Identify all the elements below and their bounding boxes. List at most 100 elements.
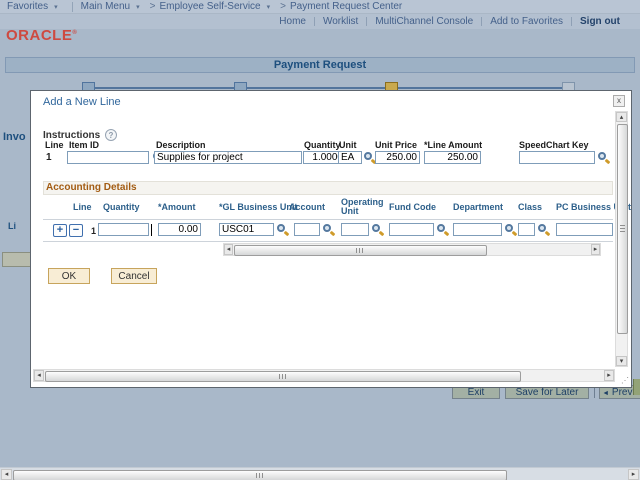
grid-department-header: Department bbox=[453, 202, 504, 212]
speedchart-key-header: SpeedChart Key bbox=[519, 140, 589, 150]
scroll-right-icon[interactable]: ▸ bbox=[628, 469, 639, 480]
page-title: Payment Request bbox=[5, 57, 635, 73]
add-a-new-line-dialog: Add a New Line x Instructions ? Line Ite… bbox=[30, 90, 632, 388]
background-button-fragment bbox=[2, 252, 31, 267]
add-to-favorites-link[interactable]: Add to Favorites bbox=[490, 16, 563, 27]
home-link[interactable]: Home bbox=[279, 16, 306, 27]
remove-row-icon[interactable]: − bbox=[69, 224, 83, 237]
description-header: Description bbox=[156, 140, 206, 150]
add-row-icon[interactable]: + bbox=[53, 224, 67, 237]
grid-amount-input[interactable] bbox=[158, 223, 201, 236]
scroll-right-icon[interactable]: ▸ bbox=[591, 244, 600, 255]
grid-bottom-divider bbox=[43, 241, 613, 242]
help-icon[interactable]: ? bbox=[105, 129, 117, 141]
grid-pc-business-unit-input[interactable] bbox=[556, 223, 613, 236]
grid-amount-header: *Amount bbox=[158, 202, 196, 212]
grid-operating-unit-input[interactable] bbox=[341, 223, 369, 236]
grid-department-input[interactable] bbox=[453, 223, 502, 236]
scroll-right-icon[interactable]: ▸ bbox=[604, 370, 614, 381]
speedchart-key-input[interactable] bbox=[519, 151, 595, 164]
resize-grip-icon[interactable]: ⋰ bbox=[621, 376, 631, 386]
scrollbar-thumb[interactable] bbox=[617, 124, 628, 334]
previous-arrow-icon: ◄ bbox=[602, 390, 610, 397]
text-cursor bbox=[151, 224, 152, 236]
grid-fund-code-input[interactable] bbox=[389, 223, 434, 236]
account-lookup-icon[interactable] bbox=[322, 223, 335, 236]
next-button-fragment bbox=[633, 379, 640, 395]
grid-quantity-input[interactable] bbox=[98, 223, 149, 236]
invoice-label-fragment: Invo bbox=[3, 131, 26, 143]
breadcrumb-payment-request-center[interactable]: Payment Request Center bbox=[290, 1, 402, 12]
grid-gl-business-unit-input[interactable] bbox=[219, 223, 274, 236]
scrollbar-thumb[interactable] bbox=[234, 245, 487, 256]
scroll-left-icon[interactable]: ◂ bbox=[224, 244, 233, 255]
breadcrumb-bar: Favorites ▾ Main Menu ▾ > Employee Self-… bbox=[0, 0, 640, 14]
accounting-details-section-header: Accounting Details bbox=[43, 181, 613, 195]
dialog-title: Add a New Line bbox=[43, 96, 121, 108]
main-menu[interactable]: Main Menu bbox=[81, 1, 130, 12]
grid-header-divider bbox=[43, 219, 613, 220]
line-header: Line bbox=[45, 140, 64, 150]
header-links-bar: Home Worklist MultiChannel Console Add t… bbox=[0, 14, 640, 29]
grid-class-input[interactable] bbox=[518, 223, 535, 236]
scroll-up-icon[interactable]: ▴ bbox=[616, 112, 627, 122]
line-amount-input[interactable] bbox=[424, 151, 481, 164]
unit-price-input[interactable] bbox=[375, 151, 420, 164]
close-icon[interactable]: x bbox=[613, 95, 625, 107]
speedchart-key-lookup-icon[interactable] bbox=[597, 151, 610, 164]
divider bbox=[313, 17, 315, 26]
item-id-input[interactable] bbox=[67, 151, 149, 164]
divider bbox=[481, 17, 483, 26]
scrollbar-thumb[interactable] bbox=[13, 470, 507, 480]
breadcrumb-separator: > bbox=[149, 1, 156, 12]
chevron-down-icon: ▾ bbox=[54, 3, 58, 11]
sign-out-link[interactable]: Sign out bbox=[580, 16, 620, 27]
breadcrumb-separator: > bbox=[280, 1, 286, 12]
divider bbox=[571, 17, 572, 26]
divider bbox=[71, 1, 73, 12]
grid-operating-unit-header: Operating Unit bbox=[341, 197, 384, 216]
dialog-vertical-scrollbar[interactable]: ▴ ▾ bbox=[615, 111, 628, 367]
line-number-value: 1 bbox=[46, 152, 52, 163]
scroll-down-icon[interactable]: ▾ bbox=[616, 356, 627, 366]
item-id-header: Item ID bbox=[69, 140, 100, 150]
gl-business-unit-lookup-icon[interactable] bbox=[276, 223, 289, 236]
class-lookup-icon[interactable] bbox=[537, 223, 550, 236]
line-label-fragment: Li bbox=[8, 221, 16, 231]
grid-fund-code-header: Fund Code bbox=[389, 202, 436, 212]
chevron-down-icon: ▾ bbox=[136, 3, 140, 11]
chevron-down-icon: ▾ bbox=[266, 3, 271, 11]
cancel-button[interactable]: Cancel bbox=[111, 268, 157, 284]
fund-code-lookup-icon[interactable] bbox=[436, 223, 449, 236]
grid-horizontal-scrollbar[interactable]: ◂ ▸ bbox=[223, 243, 601, 256]
description-input[interactable] bbox=[154, 151, 302, 164]
worklist-link[interactable]: Worklist bbox=[323, 16, 358, 27]
department-lookup-icon[interactable] bbox=[504, 223, 517, 236]
dialog-horizontal-scrollbar[interactable]: ◂ ▸ bbox=[33, 369, 615, 382]
registered-mark: ® bbox=[72, 30, 78, 36]
multichannel-console-link[interactable]: MultiChannel Console bbox=[375, 16, 473, 27]
scroll-left-icon[interactable]: ◂ bbox=[34, 370, 44, 381]
ok-button[interactable]: OK bbox=[48, 268, 90, 284]
grid-class-header: Class bbox=[518, 202, 543, 212]
grid-line-header: Line bbox=[73, 202, 92, 212]
browser-horizontal-scrollbar[interactable]: ◂ ▸ bbox=[0, 467, 640, 480]
breadcrumb-employee-self-service[interactable]: Employee Self-Service bbox=[159, 1, 260, 12]
grid-gl-business-unit-header: *GL Business Unit bbox=[219, 202, 298, 212]
divider bbox=[366, 17, 368, 26]
train-progress-line bbox=[88, 87, 568, 89]
grid-quantity-header: Quantity bbox=[103, 202, 140, 212]
oracle-logo: ORACLE® bbox=[6, 27, 78, 44]
scrollbar-thumb[interactable] bbox=[45, 371, 521, 382]
grid-account-input[interactable] bbox=[294, 223, 320, 236]
unit-price-header: Unit Price bbox=[375, 140, 418, 150]
unit-input[interactable] bbox=[338, 151, 362, 164]
grid-line-number: 1 bbox=[91, 226, 97, 236]
quantity-header: Quantity bbox=[304, 140, 341, 150]
operating-unit-lookup-icon[interactable] bbox=[371, 223, 384, 236]
unit-header: Unit bbox=[339, 140, 357, 150]
scroll-left-icon[interactable]: ◂ bbox=[1, 469, 12, 480]
grid-account-header: Account bbox=[289, 202, 325, 212]
favorites-menu[interactable]: Favorites bbox=[7, 1, 48, 12]
screen: Favorites ▾ Main Menu ▾ > Employee Self-… bbox=[0, 0, 640, 480]
